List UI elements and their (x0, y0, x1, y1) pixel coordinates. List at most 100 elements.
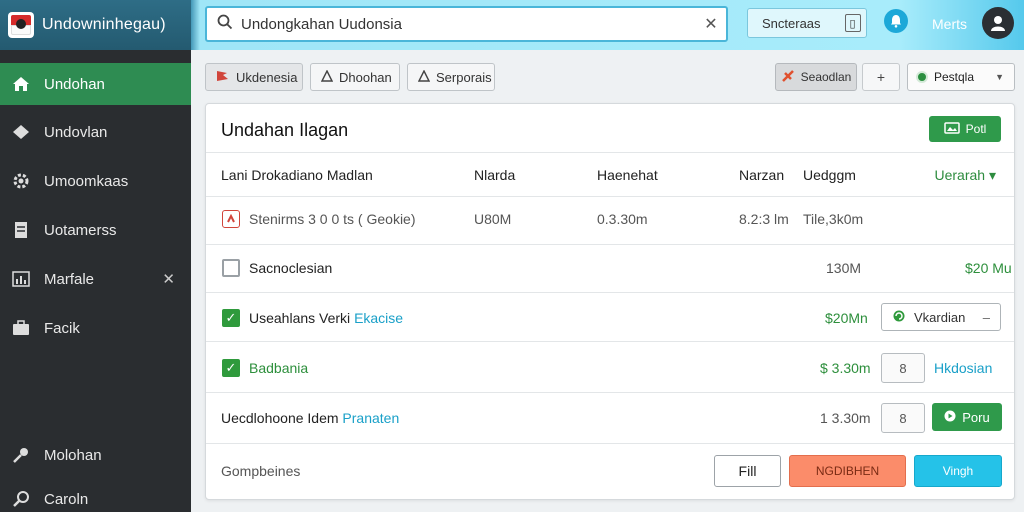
column-header[interactable]: Uedggm (803, 167, 856, 183)
sidebar-item-label: Uotamerss (44, 221, 117, 239)
logo-icon (8, 12, 34, 38)
row-name-text: Useahlans Verki (249, 310, 351, 326)
search-icon (217, 14, 233, 35)
row-link[interactable]: Ekacise (354, 310, 403, 326)
sidebar-item-label: Marfale (44, 270, 95, 288)
search-button-label: Sncteraas (762, 15, 821, 31)
column-header[interactable]: Lani Drokadiano Madlan (221, 167, 373, 183)
chip-label: Dhoohan (339, 69, 392, 85)
flag-icon (216, 70, 230, 85)
row-action-button[interactable]: 8 (881, 353, 925, 383)
search-input[interactable] (241, 15, 688, 33)
row-amount: 1 3.30m (820, 410, 871, 426)
cancel-button[interactable]: NGDIBHEN (789, 455, 906, 487)
row-link[interactable]: Hkdosian (934, 360, 992, 376)
add-button[interactable]: + (862, 63, 900, 91)
settings-icon (12, 172, 30, 190)
divider (206, 152, 1014, 153)
chip-2[interactable]: Dhoohan (310, 63, 400, 91)
chip-1[interactable]: Ukdenesia (205, 63, 303, 91)
avatar[interactable] (982, 7, 1014, 39)
post-button[interactable]: Potl (929, 116, 1001, 142)
row-action-label: 8 (899, 360, 907, 376)
chevron-down-icon: ▼ (995, 72, 1004, 82)
sidebar-item-home[interactable]: Undohan (0, 63, 191, 105)
row-action-button[interactable]: 8 (881, 403, 925, 433)
sidebar-item-3[interactable]: Umoomkaas (0, 160, 191, 202)
column-header[interactable]: Nlarda (474, 167, 515, 183)
search-bar[interactable]: ✕ (205, 6, 728, 42)
cancel-label: NGDIBHEN (815, 464, 880, 478)
row-action-label: 8 (899, 410, 907, 426)
diamond-icon (12, 123, 30, 141)
row-name: Useahlans Verki Ekacise (249, 310, 403, 326)
magnifier-icon (12, 490, 30, 508)
clear-search-icon[interactable]: ✕ (696, 14, 726, 34)
row-status-select[interactable]: Vkardian – (881, 303, 1001, 331)
status-value: Vkardian (914, 309, 966, 325)
row-name-text: Uecdlohoone Idem (221, 410, 339, 426)
dash-icon: – (982, 309, 990, 325)
chip-3[interactable]: Serporais (407, 63, 495, 91)
sidebar-item-label: Facik (44, 319, 80, 337)
divider (206, 443, 1014, 444)
divider (206, 392, 1014, 393)
row-primary-button[interactable]: Poru (932, 403, 1002, 431)
row-name: Badbania (249, 360, 309, 376)
row-primary-label: Poru (962, 409, 990, 425)
top-bar: Undowninhegau) ✕ Sncteraas ▯ Merts (0, 0, 1024, 50)
confirm-button[interactable]: Vingh (914, 455, 1002, 487)
chip-label: Ukdenesia (236, 69, 298, 85)
seaodlan-button[interactable]: Seaodlan (775, 63, 857, 91)
search-button[interactable]: Sncteraas ▯ (747, 8, 867, 38)
notification-icon[interactable] (884, 9, 908, 33)
brand[interactable]: Undowninhegau) (0, 0, 191, 50)
filter-value: Pestqla (934, 70, 975, 84)
lock-icon (417, 68, 431, 85)
panel-toggle-icon[interactable]: ▯ (844, 14, 861, 32)
row-cell: U80M (474, 211, 512, 227)
row-name: Stenirms 3 0 0 ts ( Geokie) (249, 211, 416, 227)
home-icon (12, 75, 30, 93)
status-dot-icon (916, 71, 928, 83)
divider (206, 292, 1014, 293)
sidebar-item-4[interactable]: Uotamerss (0, 209, 191, 251)
sidebar-item-label: Undohan (44, 75, 105, 93)
row-amount: 130M (826, 260, 862, 276)
row-cell: 0.3.30m (597, 211, 648, 227)
row-checkbox[interactable]: ✓ (222, 359, 240, 377)
sidebar-item-label: Umoomkaas (44, 172, 129, 190)
row-name: Sacnoclesian (249, 260, 333, 276)
divider (206, 244, 1014, 245)
briefcase-icon (12, 319, 30, 337)
footer-label: Gompbeines (221, 463, 301, 479)
filter-select[interactable]: Pestqla ▼ (907, 63, 1015, 91)
sidebar-item-6[interactable]: Facik (0, 307, 191, 349)
row-checkbox[interactable]: ✓ (222, 309, 240, 327)
page-title: Undahan Ilagan (221, 120, 349, 140)
column-header[interactable]: Haenehat (597, 167, 658, 183)
divider (206, 196, 1014, 197)
close-icon[interactable]: ✕ (162, 270, 175, 288)
row-link[interactable]: Pranaten (342, 410, 399, 426)
main-panel: Undahan Ilagan Potl Lani Drokadiano Madl… (205, 103, 1015, 500)
image-icon (943, 121, 960, 137)
row-value: $20 Mu (965, 260, 1012, 276)
chip-label: Serporais (436, 69, 492, 85)
fill-button[interactable]: Fill (714, 455, 781, 487)
sort-dropdown[interactable]: Uerarah ▾ (934, 167, 996, 184)
row-cell: 8.2:3 lm (739, 211, 789, 227)
sidebar-item-label: Undovlan (44, 123, 108, 141)
brand-name: Undowninhegau) (42, 16, 166, 33)
sidebar-item-2[interactable]: Undovlan (0, 111, 191, 153)
row-amount: $ 3.30m (820, 360, 871, 376)
column-header[interactable]: Narzan (739, 167, 784, 183)
divider (206, 341, 1014, 342)
confirm-label: Vingh (942, 464, 974, 478)
sidebar-item-5[interactable]: Marfale ✕ (0, 258, 191, 300)
post-label: Potl (965, 122, 987, 136)
user-name[interactable]: Merts (932, 16, 967, 32)
sidebar-item-7[interactable]: Molohan (0, 434, 191, 476)
row-checkbox[interactable] (222, 259, 240, 277)
sidebar-item-8[interactable]: Caroln (0, 478, 191, 512)
